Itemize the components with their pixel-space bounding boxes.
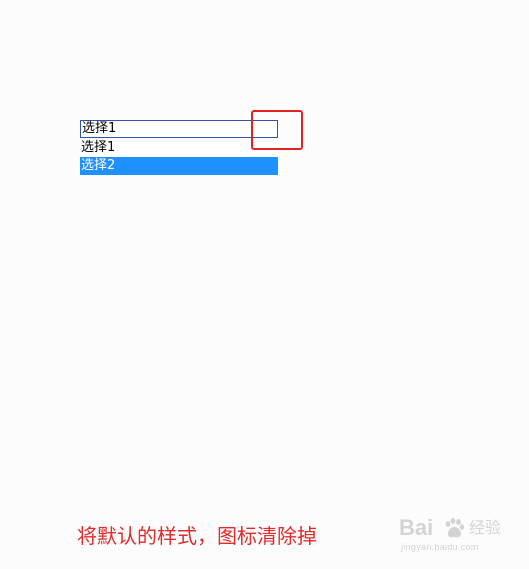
watermark-site-url: jingyan.baidu.com — [401, 542, 479, 552]
baidu-jingyan-watermark: Bai 经验 jingyan.baidu.com — [399, 515, 511, 555]
dropdown-option[interactable]: 选择1 — [80, 139, 278, 157]
select-selected-value: 选择1 — [82, 121, 117, 136]
paw-logo-icon — [445, 518, 465, 538]
watermark-brand-cn: 经验 — [469, 518, 502, 537]
select-dropdown[interactable]: 选择1 — [80, 120, 278, 138]
instruction-caption: 将默认的样式，图标清除掉 — [77, 524, 317, 548]
dropdown-option-highlighted[interactable]: 选择2 — [80, 157, 278, 175]
watermark-brand-text: Bai — [399, 515, 434, 540]
dropdown-option-list: 选择1 选择2 — [80, 139, 278, 175]
annotation-highlight-box — [251, 110, 303, 150]
